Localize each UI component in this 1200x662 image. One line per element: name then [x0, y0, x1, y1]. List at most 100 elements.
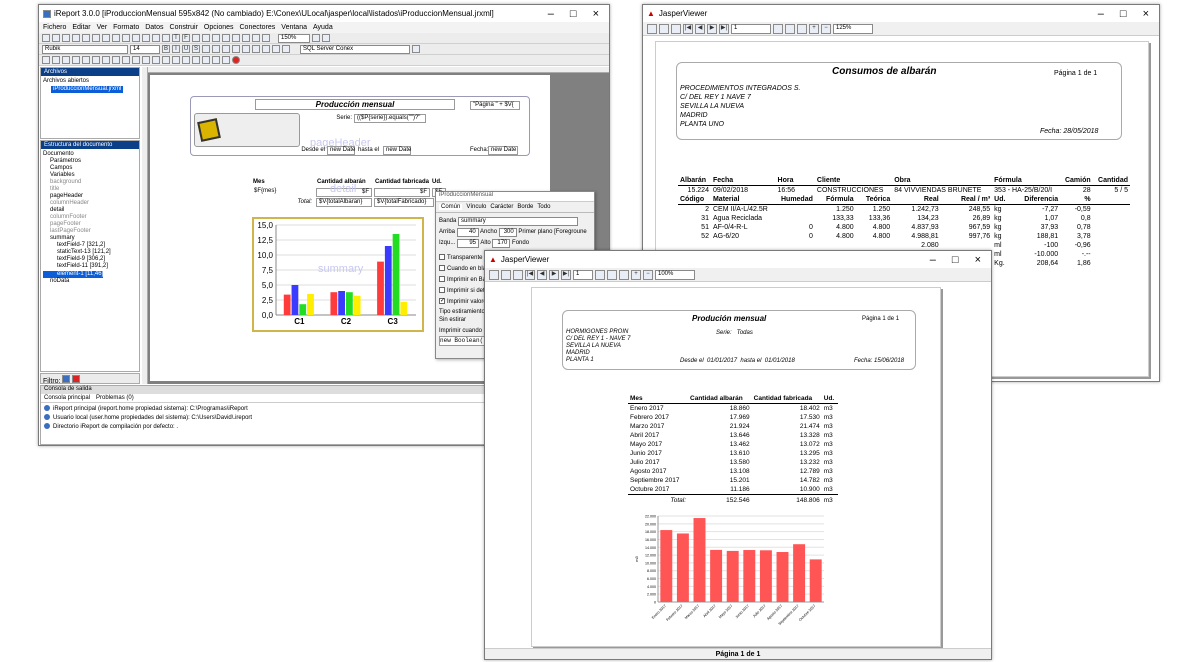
tree-node[interactable]: Parámetros: [43, 158, 137, 165]
design-serie-expr[interactable]: (($P{serie}).equals("")?": [354, 114, 426, 123]
font-size-select[interactable]: 14: [130, 44, 160, 54]
open-icon[interactable]: [52, 34, 60, 42]
tree-node[interactable]: Documento: [43, 151, 137, 158]
logo-image[interactable]: [194, 113, 300, 147]
text-field-icon[interactable]: F: [182, 34, 190, 42]
ancho-input[interactable]: 300: [498, 228, 517, 237]
jv1-fit-width-icon[interactable]: [797, 23, 807, 34]
jv1-minimize-icon[interactable]: –: [1098, 8, 1104, 20]
jv1-prev-icon[interactable]: ◀: [695, 23, 705, 34]
same-size-icon[interactable]: [122, 56, 130, 64]
print-expr-input[interactable]: new Boolean(: [439, 336, 489, 346]
jv2-minimize-icon[interactable]: –: [930, 254, 936, 266]
group-icon[interactable]: [172, 56, 180, 64]
jv2-zoom-out-icon[interactable]: −: [643, 269, 653, 280]
filter-icon[interactable]: [62, 375, 71, 383]
design-page-expr[interactable]: "Página " + $V{: [470, 101, 520, 110]
tree-node[interactable]: background: [43, 179, 137, 186]
chk-valores[interactable]: ✓: [439, 298, 445, 305]
rectangle-icon[interactable]: [142, 34, 150, 42]
subreport-icon[interactable]: [192, 34, 200, 42]
tab-caracter[interactable]: Carácter: [490, 204, 513, 210]
jv2-save-icon[interactable]: [489, 269, 499, 280]
copy-icon[interactable]: [82, 34, 90, 42]
crosstab-icon[interactable]: [232, 34, 240, 42]
jv1-zoom-in-icon[interactable]: +: [809, 23, 819, 34]
italic-icon[interactable]: I: [172, 45, 180, 53]
run-db-icon[interactable]: [322, 34, 330, 42]
valign-bottom-icon[interactable]: [262, 45, 270, 53]
ireport-titlebar[interactable]: iReport 3.0.0 [iProduccionMensual 595x84…: [39, 5, 609, 22]
static-text-icon[interactable]: T: [172, 34, 180, 42]
menu-opciones[interactable]: Opciones: [204, 24, 234, 31]
align-justify-icon[interactable]: [232, 45, 240, 53]
jv2-zoom-in-icon[interactable]: +: [631, 269, 641, 280]
border-icon[interactable]: [272, 45, 280, 53]
color-icon[interactable]: [282, 45, 290, 53]
send-back-icon[interactable]: [162, 56, 170, 64]
run-icon[interactable]: [312, 34, 320, 42]
tree-node[interactable]: pageHeader: [43, 193, 137, 200]
tab-comun[interactable]: Común: [439, 204, 463, 210]
same-width-icon[interactable]: [102, 56, 110, 64]
design-det-mes[interactable]: $F{mes}: [252, 188, 314, 195]
jv1-save-icon[interactable]: [647, 23, 657, 34]
tree-node[interactable]: columnFooter: [43, 214, 137, 221]
jv2-fit-width-icon[interactable]: [619, 269, 629, 280]
jv1-close-icon[interactable]: ×: [1143, 8, 1149, 20]
menu-formato[interactable]: Formato: [113, 24, 139, 31]
cut-icon[interactable]: [72, 34, 80, 42]
jv1-fit-page-icon[interactable]: [785, 23, 795, 34]
jv1-next-icon[interactable]: ▶: [707, 23, 717, 34]
menu-ayuda[interactable]: Ayuda: [313, 24, 333, 31]
design-total-fab[interactable]: $V{totalFabricado}: [374, 198, 434, 207]
jv2-prev-icon[interactable]: ◀: [537, 269, 547, 280]
align-elements-top-icon[interactable]: [62, 56, 70, 64]
menu-construir[interactable]: Construir: [170, 24, 198, 31]
menu-editar[interactable]: Editar: [72, 24, 90, 31]
bring-front-icon[interactable]: [152, 56, 160, 64]
menu-ventana[interactable]: Ventana: [281, 24, 307, 31]
chk-blanco[interactable]: [439, 265, 445, 272]
jv2-last-icon[interactable]: ▶|: [561, 269, 571, 280]
tree-node[interactable]: element-1 [11,46]: [43, 271, 104, 278]
jv1-titlebar[interactable]: ▲ JasperViewer – □ ×: [643, 5, 1159, 22]
line-icon[interactable]: [132, 34, 140, 42]
design-hasta-val[interactable]: new Date: [383, 146, 411, 155]
underline-icon[interactable]: U: [182, 45, 190, 53]
compile-icon[interactable]: [262, 34, 270, 42]
jv2-reload-icon[interactable]: [513, 269, 523, 280]
chk-banda[interactable]: [439, 276, 445, 283]
frame-icon[interactable]: [222, 34, 230, 42]
jv1-maximize-icon[interactable]: □: [1120, 8, 1127, 20]
jv1-zoom-select[interactable]: 125%: [833, 23, 873, 34]
ungroup-icon[interactable]: [182, 56, 190, 64]
tab-todo[interactable]: Todo: [537, 204, 550, 210]
arriba-input[interactable]: 40: [456, 228, 479, 237]
design-det-fab[interactable]: $F: [374, 188, 430, 197]
chk-transparente[interactable]: [439, 254, 445, 261]
tree-node[interactable]: textField-9 [306,2]: [43, 256, 137, 263]
jv1-last-icon[interactable]: ▶|: [719, 23, 729, 34]
jv2-first-icon[interactable]: |◀: [525, 269, 535, 280]
ellipse-icon[interactable]: [152, 34, 160, 42]
grid-icon[interactable]: [202, 56, 210, 64]
tab-vinculo[interactable]: Vínculo: [466, 204, 486, 210]
tree-node[interactable]: textField-7 [321,2]: [43, 242, 137, 249]
menu-conectores[interactable]: Conectores: [240, 24, 276, 31]
jv2-actual-size-icon[interactable]: [595, 269, 605, 280]
izq-input[interactable]: 95: [457, 239, 480, 248]
jv2-zoom-select[interactable]: 100%: [655, 269, 695, 280]
primer-plano-value[interactable]: [Foregroune: [554, 229, 587, 235]
image-icon[interactable]: [162, 34, 170, 42]
center-h-icon[interactable]: [82, 56, 90, 64]
close-icon[interactable]: ×: [593, 8, 599, 20]
filter-clear-icon[interactable]: [72, 375, 81, 383]
tree-node[interactable]: detail: [43, 207, 137, 214]
design-chart[interactable]: 15,0 12,5 10,0 7,5 5,0 2,5 0,0 C1 C2 C3 summary: [252, 217, 424, 332]
tree-node[interactable]: title: [43, 186, 137, 193]
valign-middle-icon[interactable]: [252, 45, 260, 53]
alto-input[interactable]: 170: [492, 239, 511, 248]
jv2-print-icon[interactable]: [501, 269, 511, 280]
align-left-icon[interactable]: [202, 45, 210, 53]
